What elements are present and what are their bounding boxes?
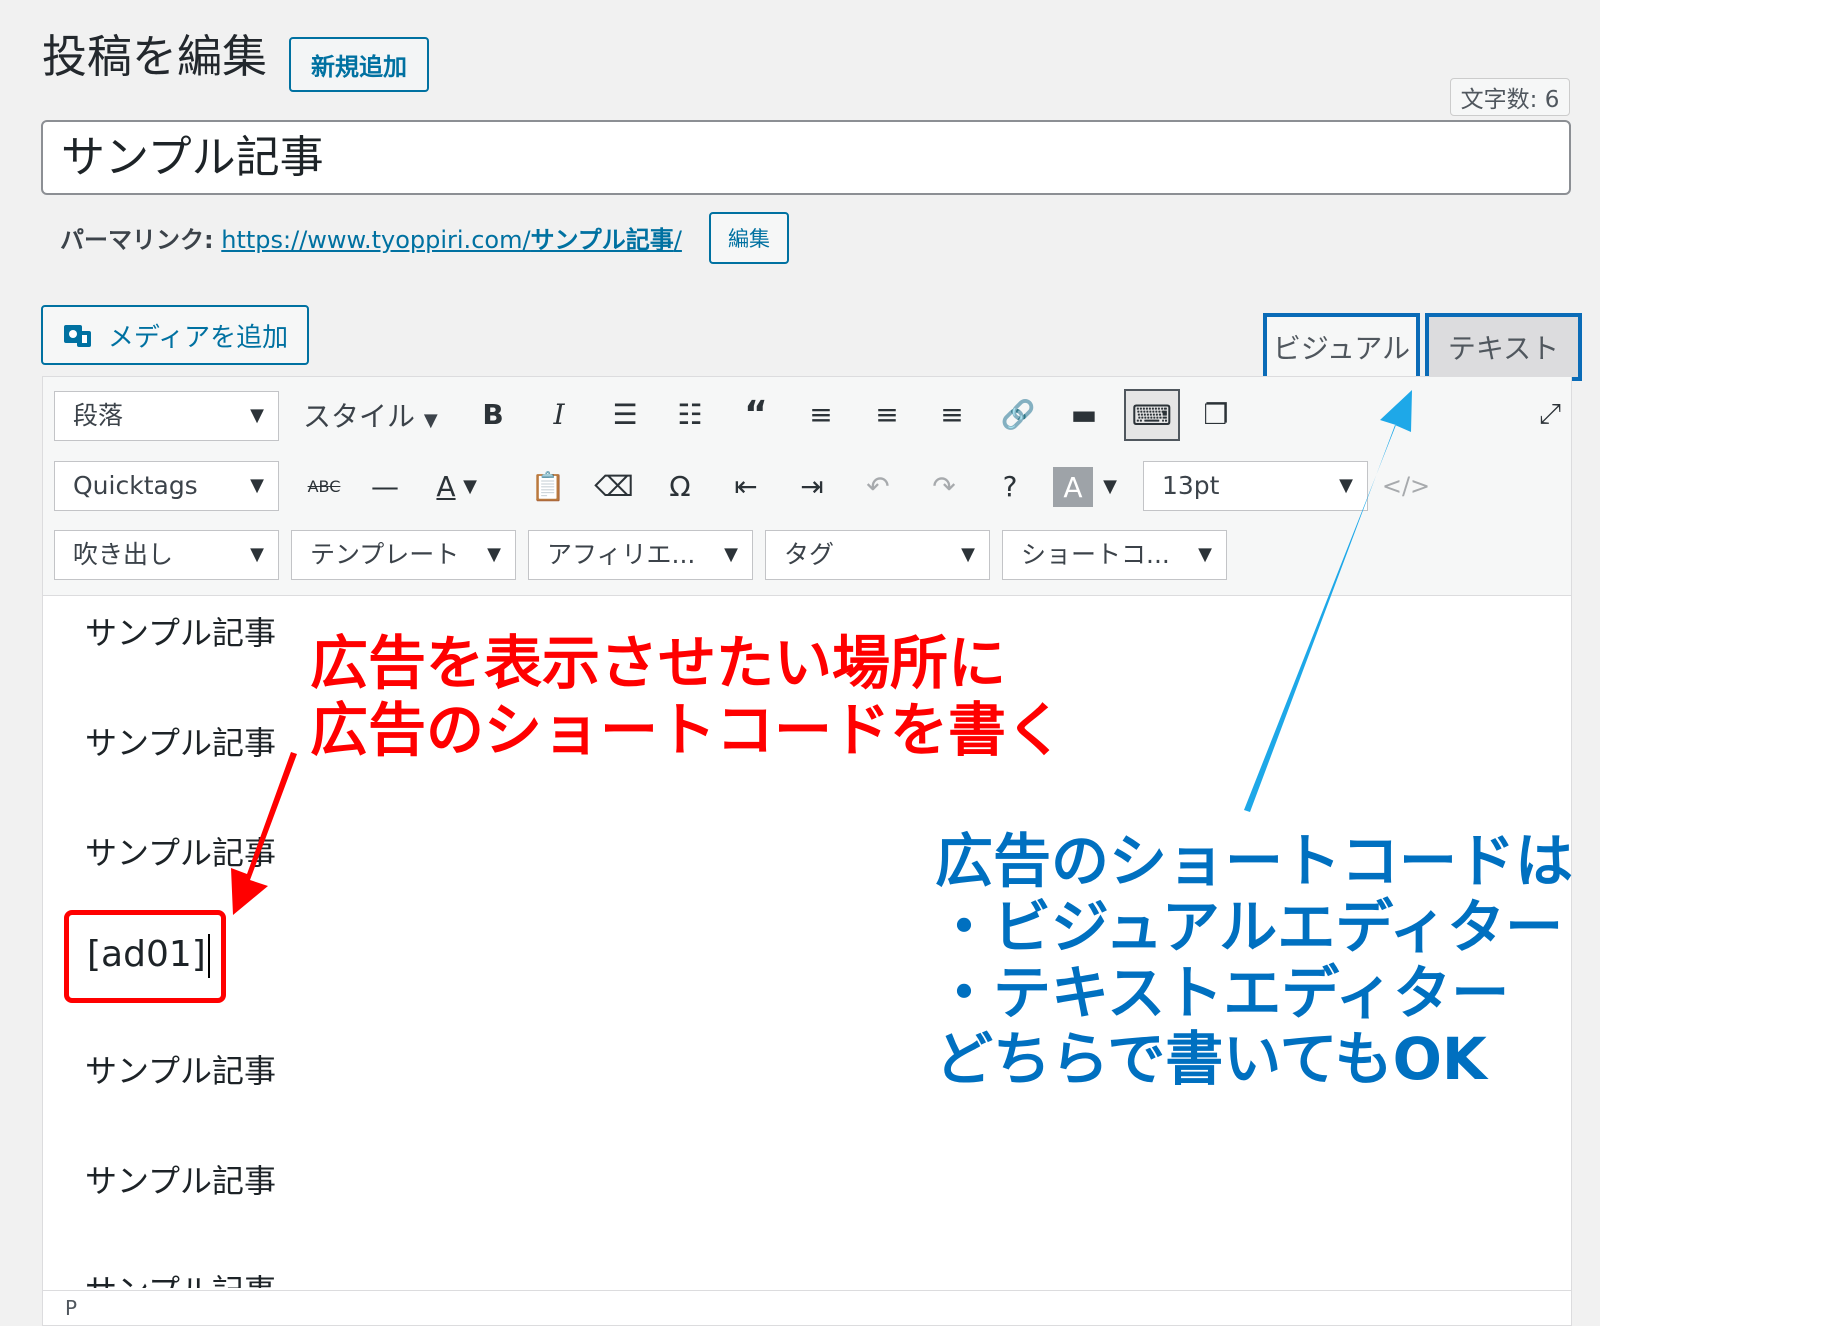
affiliate-select-value: アフィリエ... — [547, 540, 696, 569]
tab-visual[interactable]: ビジュアル — [1263, 313, 1420, 381]
template-select[interactable]: テンプレート ▼ — [291, 530, 516, 580]
paragraph[interactable]: サンプル記事 — [85, 1156, 276, 1202]
tag-select[interactable]: タグ ▼ — [765, 530, 990, 580]
redo-icon[interactable]: ↷ — [921, 463, 967, 509]
chevron-down-icon: ▼ — [961, 544, 975, 565]
paragraph[interactable]: サンプル記事 — [85, 608, 276, 654]
permalink-url-tail: / — [673, 226, 682, 254]
chevron-down-icon[interactable]: ▼ — [457, 463, 483, 509]
toolbar-toggle-icon[interactable]: ⌨ — [1124, 389, 1180, 441]
blockquote-icon[interactable]: “ — [733, 391, 779, 437]
red-annotation: 広告を表示させたい場所に 広告のショートコードを書く — [310, 630, 1064, 763]
horizontal-rule-icon[interactable]: — — [362, 463, 408, 509]
strikethrough-icon[interactable]: ABC — [301, 463, 347, 509]
permalink-url-base: https://www.tyoppiri.com/ — [221, 226, 531, 254]
bold-icon[interactable]: B — [470, 391, 516, 437]
editor-toolbar: 段落 ▼ スタイル ▼ B I ☰ ☷ “ ≡ ≡ ≡ 🔗 ▬ ⌨ ❐ ⤢ Qui… — [42, 376, 1572, 596]
paragraph[interactable]: サンプル記事 — [85, 718, 276, 764]
permalink-label: パーマリンク: — [60, 226, 214, 254]
align-left-icon[interactable]: ≡ — [798, 391, 844, 437]
page-title: 投稿を編集 — [42, 30, 268, 83]
styles-menu-label: スタイル — [303, 400, 416, 433]
chevron-down-icon[interactable]: ▼ — [1097, 463, 1123, 509]
red-annotation-line: 広告のショートコードを書く — [310, 695, 1065, 764]
blue-annotation-line: ・ビジュアルエディター — [935, 893, 1564, 962]
chevron-down-icon: ▼ — [250, 544, 264, 565]
format-select[interactable]: 段落 ▼ — [54, 391, 279, 441]
balloon-select[interactable]: 吹き出し ▼ — [54, 530, 279, 580]
styles-menu[interactable]: スタイル ▼ — [303, 395, 438, 435]
template-select-value: テンプレート — [310, 540, 460, 569]
tab-text[interactable]: テキスト — [1425, 313, 1582, 381]
text-cursor — [207, 934, 210, 978]
ad-shortcode: [ad01] — [87, 934, 206, 975]
affiliate-select[interactable]: アフィリエ... ▼ — [528, 530, 753, 580]
chevron-down-icon: ▼ — [250, 475, 264, 496]
shortcode-select[interactable]: ショートコ... ▼ — [1002, 530, 1227, 580]
permalink-slug: サンプル記事 — [530, 226, 674, 254]
fullscreen-icon[interactable]: ⤢ — [1527, 391, 1573, 437]
help-icon[interactable]: ? — [987, 463, 1033, 509]
blue-annotation-line: どちらで書いてもOK — [935, 1025, 1487, 1094]
format-select-value: 段落 — [73, 401, 124, 430]
chevron-down-icon: ▼ — [1339, 475, 1353, 496]
align-center-icon[interactable]: ≡ — [864, 391, 910, 437]
quicktags-select[interactable]: Quicktags ▼ — [54, 461, 279, 511]
numbered-list-icon[interactable]: ☷ — [667, 391, 713, 437]
red-annotation-line: 広告を表示させたい場所に — [310, 629, 1007, 697]
balloon-select-value: 吹き出し — [73, 540, 174, 569]
paragraph[interactable]: サンプル記事 — [85, 1266, 276, 1288]
blue-annotation-line: ・テキストエディター — [935, 959, 1510, 1028]
permalink-link[interactable]: https://www.tyoppiri.com/サンプル記事/ — [221, 226, 682, 254]
paragraph[interactable]: サンプル記事 — [85, 1046, 276, 1092]
undo-icon[interactable]: ↶ — [855, 463, 901, 509]
blue-annotation-line: 広告のショートコードは — [935, 827, 1574, 895]
quicktags-select-value: Quicktags — [73, 471, 198, 500]
permalink-edit-button[interactable]: 編集 — [709, 212, 789, 264]
font-size-select-value: 13pt — [1162, 471, 1220, 500]
background-color-icon[interactable]: A — [1053, 467, 1093, 507]
blue-annotation: 広告のショートコードは ・ビジュアルエディター ・テキストエディター どちらで書… — [935, 827, 1574, 1094]
copy-icon[interactable]: ❐ — [1193, 391, 1239, 437]
clear-formatting-icon[interactable]: ⌫ — [591, 463, 637, 509]
code-icon[interactable]: </> — [1382, 463, 1430, 509]
outdent-icon[interactable]: ⇤ — [723, 463, 769, 509]
chevron-down-icon: ▼ — [423, 410, 438, 431]
indent-icon[interactable]: ⇥ — [789, 463, 835, 509]
shortcode-select-value: ショートコ... — [1021, 540, 1170, 569]
ad-shortcode-highlight[interactable]: [ad01] — [64, 910, 226, 1003]
special-character-icon[interactable]: Ω — [657, 463, 703, 509]
bullet-list-icon[interactable]: ☰ — [602, 391, 648, 437]
media-icon — [63, 325, 91, 347]
tag-select-value: タグ — [784, 540, 835, 569]
paragraph[interactable]: サンプル記事 — [85, 828, 276, 874]
link-icon[interactable]: 🔗 — [995, 391, 1041, 437]
add-new-button[interactable]: 新規追加 — [289, 37, 429, 92]
font-size-select[interactable]: 13pt ▼ — [1143, 461, 1368, 511]
chevron-down-icon: ▼ — [250, 405, 264, 426]
paste-as-text-icon[interactable]: 📋 — [525, 463, 571, 509]
add-media-label: メディアを追加 — [107, 322, 289, 353]
post-title-input[interactable]: サンプル記事 — [41, 120, 1571, 195]
read-more-icon[interactable]: ▬ — [1061, 391, 1107, 437]
chevron-down-icon: ▼ — [487, 544, 501, 565]
editor-status-path: P — [42, 1290, 1572, 1326]
align-right-icon[interactable]: ≡ — [929, 391, 975, 437]
permalink-row: パーマリンク: https://www.tyoppiri.com/サンプル記事/ — [60, 220, 682, 255]
add-media-button[interactable]: メディアを追加 — [41, 305, 309, 365]
chevron-down-icon: ▼ — [1198, 544, 1212, 565]
word-count: 文字数: 6 — [1450, 78, 1570, 116]
italic-icon[interactable]: I — [536, 391, 582, 437]
chevron-down-icon: ▼ — [724, 544, 738, 565]
